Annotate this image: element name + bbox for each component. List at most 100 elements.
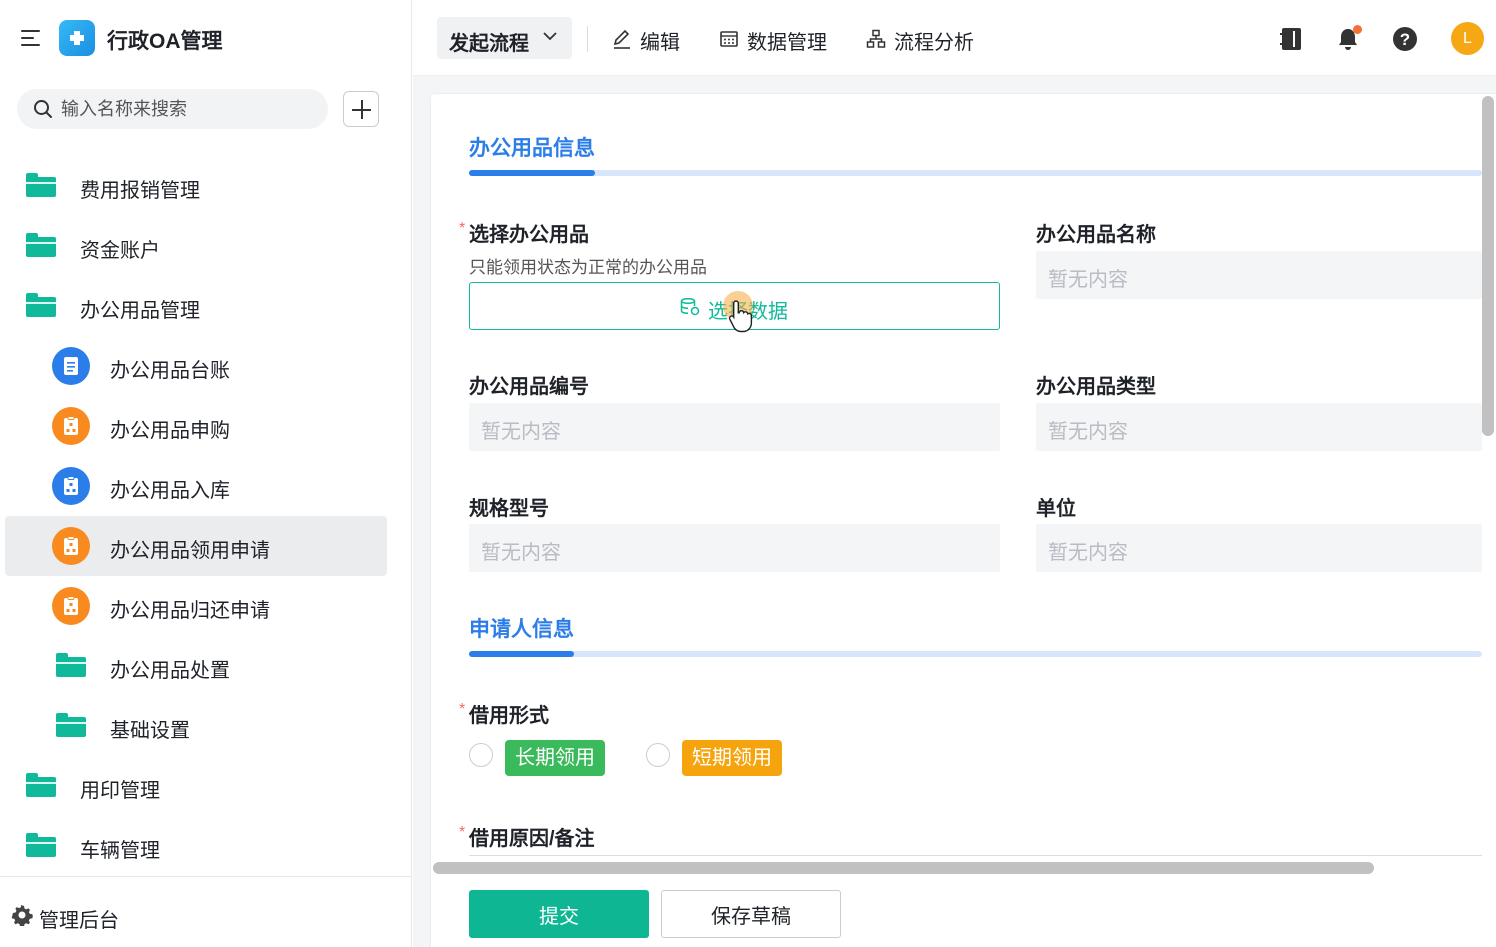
process-analysis-label: 流程分析 — [894, 32, 974, 54]
sidebar-item-label: 办公用品申购 — [110, 420, 230, 442]
section-underline — [469, 651, 1482, 657]
help-icon[interactable]: ? — [1391, 25, 1419, 53]
app-title: 行政OA管理 — [107, 30, 223, 53]
unit-label: 单位 — [1036, 498, 1076, 520]
sidebar-item-vehicle[interactable]: 车辆管理 — [0, 816, 412, 876]
spec-value: 暂无内容 — [481, 542, 561, 564]
borrow-form-label: 借用形式 — [469, 705, 549, 727]
sidebar-item-label: 办公用品领用申请 — [110, 540, 270, 562]
sidebar-item-disposal[interactable]: 办公用品处置 — [0, 636, 412, 696]
folder-open-icon — [26, 293, 56, 317]
supply-code-field: 暂无内容 — [469, 403, 1000, 451]
data-manage-label: 数据管理 — [747, 32, 827, 54]
search-box — [17, 89, 328, 129]
horizontal-scrollbar[interactable] — [433, 861, 1483, 875]
section-title-applicant-info: 申请人信息 — [469, 618, 574, 641]
folder-icon — [56, 653, 86, 677]
sidebar-item-label: 办公用品管理 — [80, 300, 200, 322]
sidebar-item-return[interactable]: 办公用品归还申请 — [0, 576, 412, 636]
save-draft-button[interactable]: 保存草稿 — [661, 890, 841, 938]
vertical-scrollbar[interactable] — [1482, 96, 1494, 436]
bell-icon[interactable] — [1334, 25, 1362, 53]
supply-type-value: 暂无内容 — [1048, 421, 1128, 443]
start-process-dropdown[interactable]: 发起流程 — [437, 17, 572, 59]
supply-name-field: 暂无内容 — [1036, 251, 1482, 299]
section-underline — [469, 170, 1482, 176]
table-icon — [720, 31, 738, 47]
submit-button[interactable]: 提交 — [469, 890, 649, 938]
admin-backend-link[interactable]: 管理后台 — [0, 876, 412, 947]
radio-short-term[interactable] — [646, 743, 670, 767]
sidebar: 行政OA管理 费用报销管理 资金账户 办公用品管理 — [0, 0, 412, 947]
sidebar-item-expense[interactable]: 费用报销管理 — [0, 156, 412, 216]
add-button[interactable] — [343, 91, 379, 127]
document-icon — [52, 347, 90, 385]
sidebar-item-label: 办公用品台账 — [110, 360, 230, 382]
supply-type-field: 暂无内容 — [1036, 403, 1482, 451]
gear-icon — [11, 904, 33, 926]
sidebar-item-label: 基础设置 — [110, 720, 190, 742]
supply-code-label: 办公用品编号 — [469, 376, 589, 398]
sidebar-item-label: 车辆管理 — [80, 840, 160, 862]
flow-form-icon — [52, 527, 90, 565]
sidebar-item-seal[interactable]: 用印管理 — [0, 756, 412, 816]
sidebar-item-label: 费用报销管理 — [80, 180, 200, 202]
sidebar-item-basic-settings[interactable]: 基础设置 — [0, 696, 412, 756]
svg-text:?: ? — [1400, 30, 1410, 49]
supply-name-label: 办公用品名称 — [1036, 224, 1156, 246]
notebook-icon[interactable] — [1277, 25, 1305, 53]
sidebar-item-purchase[interactable]: 办公用品申购 — [0, 396, 412, 456]
app-logo-icon — [59, 20, 95, 56]
folder-icon — [26, 173, 56, 197]
select-supply-hint: 只能领用状态为正常的办公用品 — [469, 258, 707, 277]
folder-icon — [26, 773, 56, 797]
flow-form-icon — [52, 587, 90, 625]
database-icon — [680, 298, 700, 316]
edit-button[interactable]: 编辑 — [612, 26, 692, 54]
folder-icon — [26, 233, 56, 257]
search-icon — [34, 100, 52, 118]
required-mark: * — [459, 220, 466, 237]
radio-long-term[interactable] — [469, 743, 493, 767]
sidebar-item-funds[interactable]: 资金账户 — [0, 216, 412, 276]
toolbar-divider — [587, 26, 588, 52]
sidebar-item-requisition[interactable]: 办公用品领用申请 — [5, 516, 387, 576]
sidebar-item-inbound[interactable]: 办公用品入库 — [0, 456, 412, 516]
option-long-term[interactable]: 长期领用 — [505, 740, 605, 776]
edit-icon — [613, 29, 630, 49]
form-card: 办公用品信息 * 选择办公用品 只能领用状态为正常的办公用品 选择数据 办公用品… — [431, 94, 1496, 947]
notification-dot — [1353, 25, 1362, 34]
sidebar-item-label: 办公用品归还申请 — [110, 600, 270, 622]
required-mark: * — [459, 824, 466, 841]
supply-type-label: 办公用品类型 — [1036, 376, 1156, 398]
unit-value: 暂无内容 — [1048, 542, 1128, 564]
borrow-reason-label: 借用原因/备注 — [469, 828, 595, 850]
spec-label: 规格型号 — [469, 498, 549, 520]
sidebar-item-label: 资金账户 — [80, 240, 160, 262]
sidebar-nav: 费用报销管理 资金账户 办公用品管理 办公用品台账 办公用品申购 办公用品入库 … — [0, 156, 412, 876]
avatar[interactable]: L — [1451, 22, 1484, 55]
menu-icon[interactable] — [18, 26, 44, 50]
data-manage-button[interactable]: 数据管理 — [719, 26, 839, 54]
process-analysis-button[interactable]: 流程分析 — [866, 26, 986, 54]
unit-field: 暂无内容 — [1036, 524, 1482, 572]
supply-name-value: 暂无内容 — [1048, 269, 1128, 291]
select-supply-label: 选择办公用品 — [469, 224, 589, 246]
sidebar-item-ledger[interactable]: 办公用品台账 — [0, 336, 412, 396]
flow-form-icon — [52, 407, 90, 445]
form-footer: 提交 保存草稿 — [431, 876, 1496, 947]
section-title-supply-info: 办公用品信息 — [469, 137, 595, 160]
folder-icon — [26, 833, 56, 857]
option-short-term[interactable]: 短期领用 — [682, 740, 782, 776]
hand-cursor-icon — [728, 300, 753, 333]
required-mark: * — [459, 701, 466, 718]
search-input[interactable] — [61, 89, 321, 129]
chevron-down-icon — [543, 32, 557, 41]
spec-field: 暂无内容 — [469, 524, 1000, 572]
sidebar-item-office-supplies[interactable]: 办公用品管理 — [0, 276, 412, 336]
sidebar-header: 行政OA管理 — [0, 0, 412, 78]
start-process-label: 发起流程 — [449, 33, 529, 55]
top-toolbar: 发起流程 编辑 数据管理 流程分析 ? L — [413, 0, 1496, 76]
sidebar-item-label: 用印管理 — [80, 780, 160, 802]
flow-form-icon — [52, 467, 90, 505]
